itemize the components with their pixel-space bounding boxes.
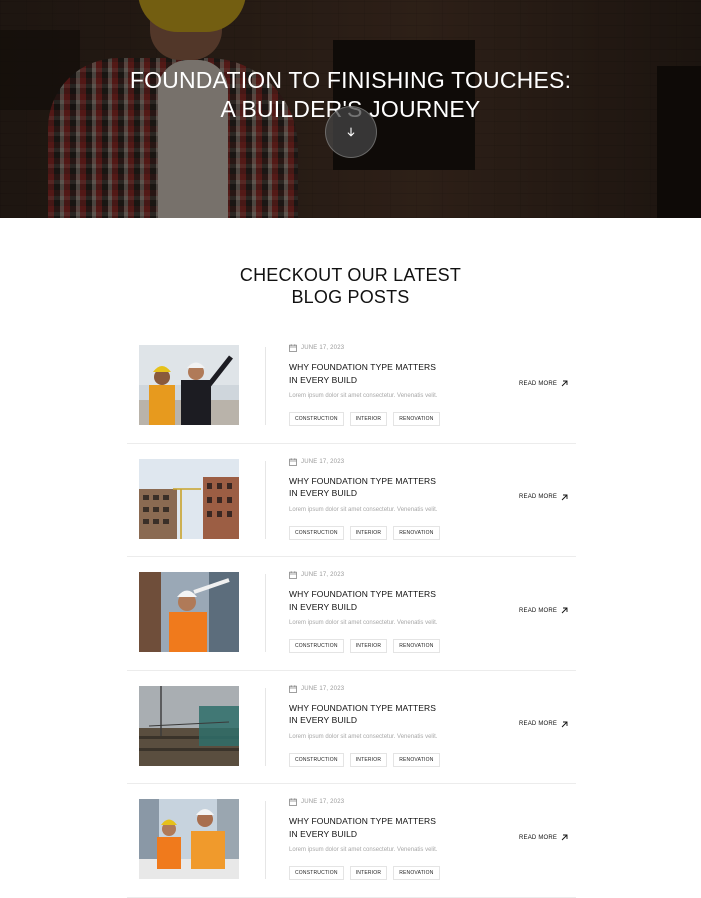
- post-title[interactable]: WHY FOUNDATION TYPE MATTERS IN EVERY BUI…: [289, 588, 469, 613]
- read-more-link[interactable]: READ MORE: [519, 494, 568, 501]
- hero-banner: FOUNDATION TO FINISHING TOUCHES: A BUILD…: [0, 0, 701, 218]
- post-tags: CONSTRUCTION INTERIOR RENOVATION: [289, 752, 440, 767]
- post-date: JUNE 17, 2023: [301, 572, 345, 578]
- read-more-link[interactable]: READ MORE: [519, 834, 568, 841]
- post-date-row: JUNE 17, 2023: [289, 344, 344, 352]
- post-date: JUNE 17, 2023: [301, 799, 345, 805]
- post-excerpt: Lorem ipsum dolor sit amet consectetur. …: [289, 506, 438, 513]
- tag-interior[interactable]: INTERIOR: [349, 525, 388, 540]
- tag-interior[interactable]: INTERIOR: [349, 639, 388, 653]
- post-title[interactable]: WHY FOUNDATION TYPE MATTERS IN EVERY BUI…: [289, 815, 469, 840]
- blog-post-list: JUNE 17, 2023 WHY FOUNDATION TYPE MATTER…: [127, 330, 576, 898]
- post-tags: CONSTRUCTION INTERIOR RENOVATION: [289, 639, 440, 653]
- post-date-row: JUNE 17, 2023: [289, 571, 344, 579]
- read-more-link[interactable]: READ MORE: [519, 721, 568, 728]
- read-more-link[interactable]: READ MORE: [519, 607, 568, 614]
- read-more-label: READ MORE: [519, 721, 558, 727]
- post-excerpt: Lorem ipsum dolor sit amet consectetur. …: [289, 620, 438, 626]
- post-date-row: JUNE 17, 2023: [289, 457, 345, 466]
- tag-renovation[interactable]: RENOVATION: [393, 639, 440, 653]
- arrow-up-right-icon: [561, 834, 568, 841]
- scroll-down-button[interactable]: [325, 106, 377, 158]
- read-more-label: READ MORE: [519, 380, 558, 387]
- calendar-icon: [289, 684, 297, 693]
- post-thumbnail[interactable]: [139, 458, 239, 539]
- read-more-link[interactable]: READ MORE: [519, 380, 568, 387]
- tag-interior[interactable]: INTERIOR: [349, 412, 388, 426]
- post-thumbnail[interactable]: [139, 685, 239, 766]
- read-more-label: READ MORE: [519, 607, 558, 614]
- calendar-icon: [289, 798, 297, 806]
- calendar-icon: [289, 457, 297, 466]
- tag-construction[interactable]: CONSTRUCTION: [289, 412, 344, 426]
- arrow-up-right-icon: [561, 721, 568, 728]
- post-title[interactable]: WHY FOUNDATION TYPE MATTERS IN EVERY BUI…: [289, 475, 469, 500]
- tag-construction[interactable]: CONSTRUCTION: [289, 752, 344, 767]
- post-title[interactable]: WHY FOUNDATION TYPE MATTERS IN EVERY BUI…: [289, 361, 469, 386]
- post-tags: CONSTRUCTION INTERIOR RENOVATION: [289, 866, 440, 880]
- tag-construction[interactable]: CONSTRUCTION: [289, 639, 344, 653]
- post-excerpt: Lorem ipsum dolor sit amet consectetur. …: [289, 393, 438, 399]
- post-date: JUNE 17, 2023: [301, 345, 345, 351]
- blog-post: JUNE 17, 2023 WHY FOUNDATION TYPE MATTER…: [127, 330, 576, 444]
- arrow-down-icon: [346, 127, 356, 137]
- arrow-up-right-icon: [561, 607, 568, 614]
- arrow-up-right-icon: [561, 380, 568, 387]
- tag-renovation[interactable]: RENOVATION: [393, 752, 440, 767]
- post-divider: [265, 574, 266, 652]
- post-divider: [265, 460, 266, 539]
- tag-interior[interactable]: INTERIOR: [349, 866, 388, 880]
- post-divider: [265, 347, 266, 425]
- calendar-icon: [289, 571, 297, 579]
- post-thumbnail[interactable]: [139, 572, 239, 652]
- post-excerpt: Lorem ipsum dolor sit amet consectetur. …: [289, 847, 438, 853]
- post-date-row: JUNE 17, 2023: [289, 684, 345, 693]
- post-divider: [265, 801, 266, 879]
- post-date-row: JUNE 17, 2023: [289, 798, 344, 806]
- blog-post: JUNE 17, 2023 WHY FOUNDATION TYPE MATTER…: [127, 444, 576, 557]
- blog-section-heading: CHECKOUT OUR LATEST BLOG POSTS: [239, 265, 462, 307]
- tag-renovation[interactable]: RENOVATION: [393, 866, 440, 880]
- post-date: JUNE 17, 2023: [301, 458, 345, 465]
- post-thumbnail[interactable]: [139, 345, 239, 425]
- blog-post: JUNE 17, 2023 WHY FOUNDATION TYPE MATTER…: [127, 671, 576, 784]
- post-tags: CONSTRUCTION INTERIOR RENOVATION: [289, 525, 440, 540]
- post-excerpt: Lorem ipsum dolor sit amet consectetur. …: [289, 733, 438, 740]
- post-thumbnail[interactable]: [139, 799, 239, 879]
- tag-renovation[interactable]: RENOVATION: [393, 525, 440, 540]
- post-divider: [265, 687, 266, 766]
- blog-post: JUNE 17, 2023 WHY FOUNDATION TYPE MATTER…: [127, 784, 576, 898]
- tag-construction[interactable]: CONSTRUCTION: [289, 525, 344, 540]
- post-title[interactable]: WHY FOUNDATION TYPE MATTERS IN EVERY BUI…: [289, 702, 469, 727]
- tag-interior[interactable]: INTERIOR: [349, 752, 388, 767]
- tag-renovation[interactable]: RENOVATION: [393, 412, 440, 426]
- calendar-icon: [289, 344, 297, 352]
- read-more-label: READ MORE: [519, 494, 558, 500]
- read-more-label: READ MORE: [519, 834, 558, 841]
- post-tags: CONSTRUCTION INTERIOR RENOVATION: [289, 412, 440, 426]
- post-date: JUNE 17, 2023: [301, 685, 345, 692]
- blog-post: JUNE 17, 2023 WHY FOUNDATION TYPE MATTER…: [127, 557, 576, 671]
- arrow-up-right-icon: [561, 494, 568, 501]
- tag-construction[interactable]: CONSTRUCTION: [289, 866, 344, 880]
